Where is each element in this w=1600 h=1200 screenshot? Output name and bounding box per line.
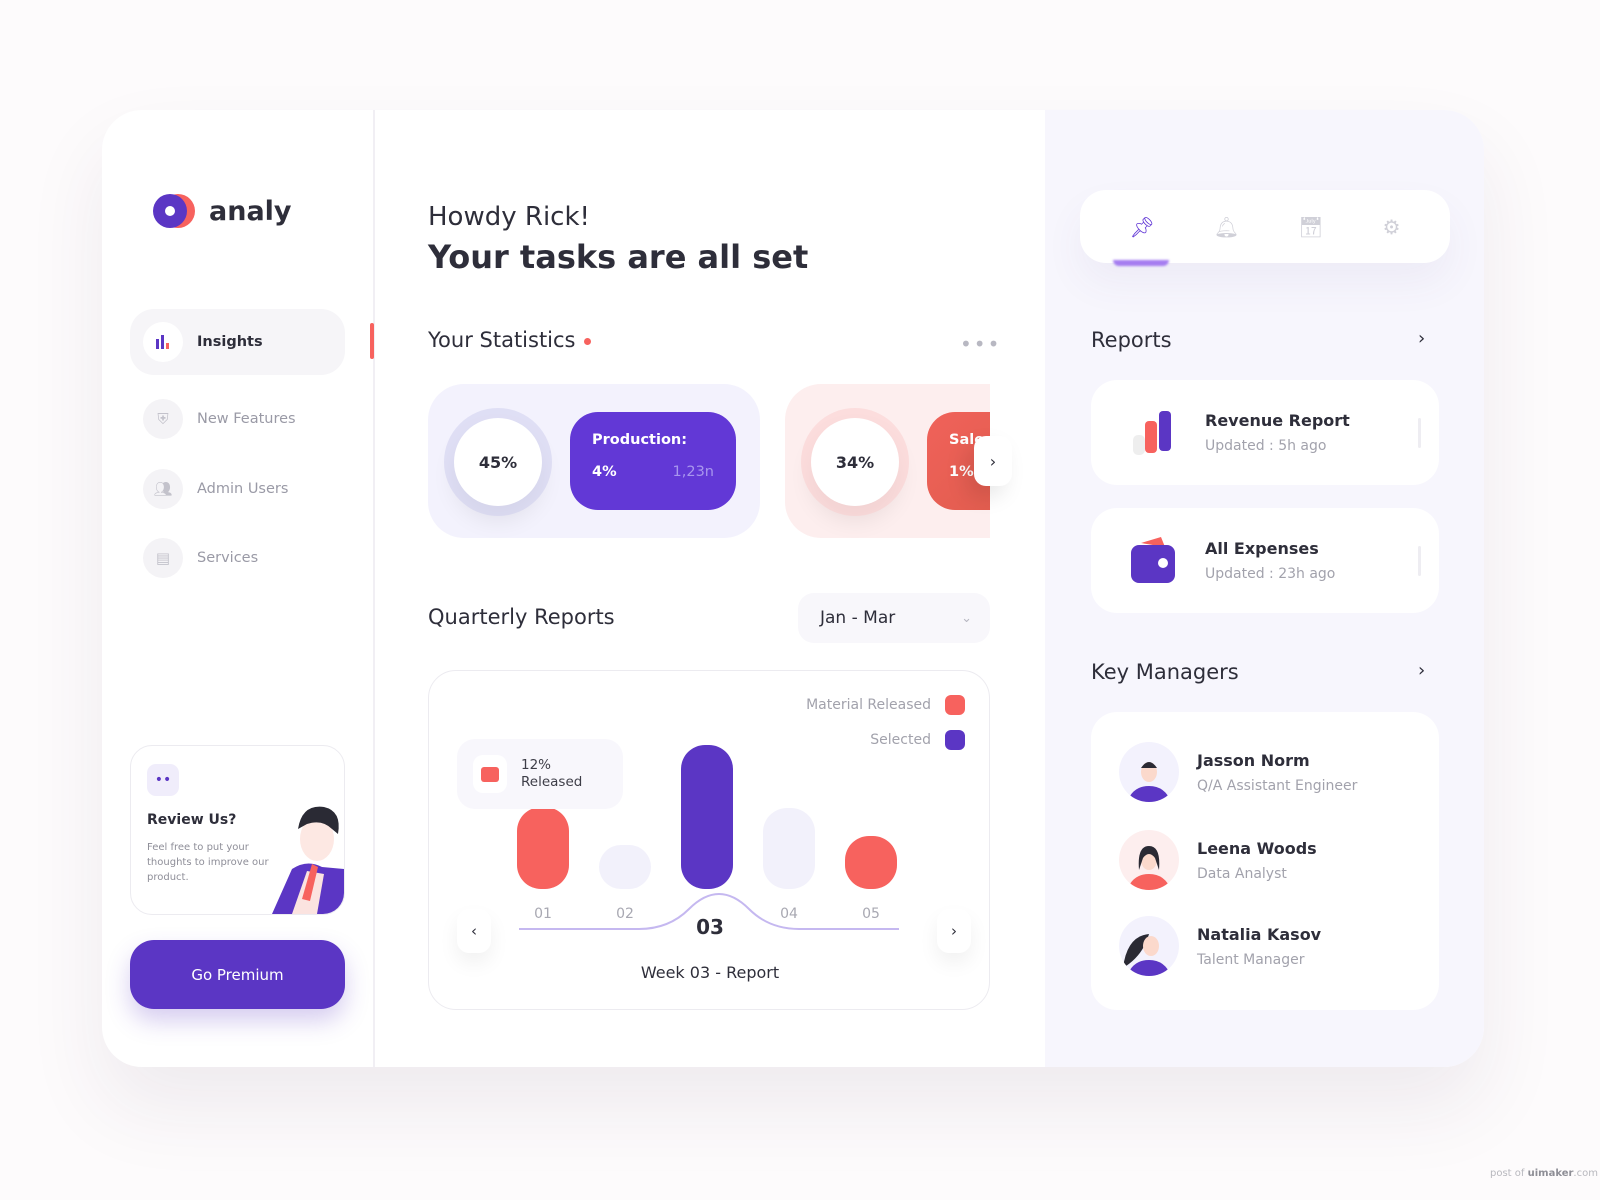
sidebar-item-insights[interactable]: Insights (130, 309, 345, 375)
chat-icon: •• (147, 764, 179, 796)
avatar (1119, 916, 1179, 976)
watermark: post of uimaker.com (1490, 1168, 1598, 1179)
brand-name: analy (209, 195, 292, 227)
bar-chart-icon (143, 322, 183, 362)
report-item[interactable]: Revenue Report Updated : 5h ago (1091, 380, 1439, 485)
quarterly-chart: Material Released Selected 01 02 04 05 12% R… (428, 670, 990, 1010)
chevron-right-icon: › (951, 922, 957, 940)
week-report-label: Week 03 - Report (640, 963, 780, 982)
report-item[interactable]: All Expenses Updated : 23h ago (1091, 508, 1439, 613)
more-options-button[interactable]: ••• (960, 332, 1001, 356)
reports-title: Reports (1091, 328, 1172, 352)
legend-material-released: Material Released (806, 695, 965, 715)
chevron-down-icon: ⌄ (961, 610, 972, 626)
managers-list: Jasson Norm Q/A Assistant Engineer Leena … (1091, 712, 1439, 1010)
chevron-left-icon: ‹ (471, 922, 477, 940)
top-toolbar: 📌︎ 🔔︎ 📅︎ ⚙ (1080, 190, 1450, 263)
review-card[interactable]: •• Review Us? Feel free to put your thou… (130, 745, 345, 915)
manager-item[interactable]: Natalia Kasov Talent Manager (1119, 916, 1321, 976)
tooltip: 12% Released (457, 739, 623, 809)
bar-week-01[interactable] (517, 806, 569, 889)
statistics-title: Your Statistics (428, 328, 591, 352)
logo[interactable]: analy (153, 194, 292, 228)
sidebar-item-label: New Features (197, 411, 296, 427)
bar-week-03[interactable] (681, 745, 733, 889)
carousel-next-button[interactable]: › (974, 436, 1012, 486)
secondary-value: 1,23n (672, 464, 714, 480)
sidebar-divider (373, 110, 375, 1067)
avatar (1119, 830, 1179, 890)
avatar (1119, 742, 1179, 802)
stat-card-sales[interactable]: 34% Sale 1% (785, 384, 990, 538)
key-managers-title: Key Managers (1091, 660, 1239, 684)
sidebar-item-label: Insights (197, 334, 263, 350)
selected-week: 03 (696, 915, 724, 939)
active-tab-indicator (1113, 260, 1169, 266)
sales-gauge: 34% (811, 418, 899, 506)
wallet-icon (1127, 535, 1179, 587)
bar-week-04[interactable] (763, 808, 815, 889)
manager-item[interactable]: Jasson Norm Q/A Assistant Engineer (1119, 742, 1357, 802)
bell-icon[interactable]: 🔔︎ (1214, 215, 1239, 239)
calendar-icon[interactable]: 📅︎ (1298, 215, 1323, 239)
greeting: Howdy Rick! (428, 202, 590, 232)
bar-week-05[interactable] (845, 835, 897, 889)
sidebar-item-new-features[interactable]: ⛨ New Features (130, 386, 345, 452)
production-pill: Production: 4% 1,23n (570, 412, 736, 510)
review-text: Feel free to put your thoughts to improv… (147, 842, 269, 883)
statistics-carousel: 45% Production: 4% 1,23n 34% Sale 1% (428, 384, 990, 540)
store-icon: ▤ (143, 538, 183, 578)
quarterly-title: Quarterly Reports (428, 605, 615, 629)
reports-more-chevron-icon[interactable]: › (1418, 328, 1425, 349)
sidebar-item-label: Services (197, 550, 259, 566)
stat-card-production[interactable]: 45% Production: 4% 1,23n (428, 384, 760, 538)
revenue-chart-icon (1127, 407, 1179, 459)
period-select[interactable]: Jan - Mar ⌄ (798, 593, 990, 643)
sidebar-item-admin-users[interactable]: 👥︎ Admin Users (130, 456, 345, 522)
bar-week-02[interactable] (599, 845, 651, 889)
production-gauge: 45% (454, 418, 542, 506)
chevron-right-icon: › (989, 451, 997, 471)
go-premium-button[interactable]: Go Premium (130, 940, 345, 1009)
page-title: Your tasks are all set (428, 238, 809, 276)
dashboard-window: analy Insights ⛨ New Features 👥︎ Admin U… (102, 110, 1484, 1067)
status-dot (583, 337, 591, 345)
sidebar-item-label: Admin Users (197, 481, 289, 497)
next-week-button[interactable]: › (937, 909, 971, 953)
shield-icon: ⛨ (143, 399, 183, 439)
active-indicator (370, 323, 374, 359)
prev-week-button[interactable]: ‹ (457, 909, 491, 953)
pin-icon[interactable]: 📌︎ (1129, 215, 1154, 239)
gear-icon[interactable]: ⚙ (1383, 215, 1401, 239)
logo-mark-icon (153, 194, 187, 228)
managers-more-chevron-icon[interactable]: › (1418, 660, 1425, 681)
sidebar-item-services[interactable]: ▤ Services (130, 525, 345, 591)
legend-selected: Selected (870, 730, 965, 750)
users-icon: 👥︎ (143, 469, 183, 509)
manager-item[interactable]: Leena Woods Data Analyst (1119, 830, 1317, 890)
man-illustration (272, 806, 344, 914)
folder-icon (473, 755, 507, 793)
